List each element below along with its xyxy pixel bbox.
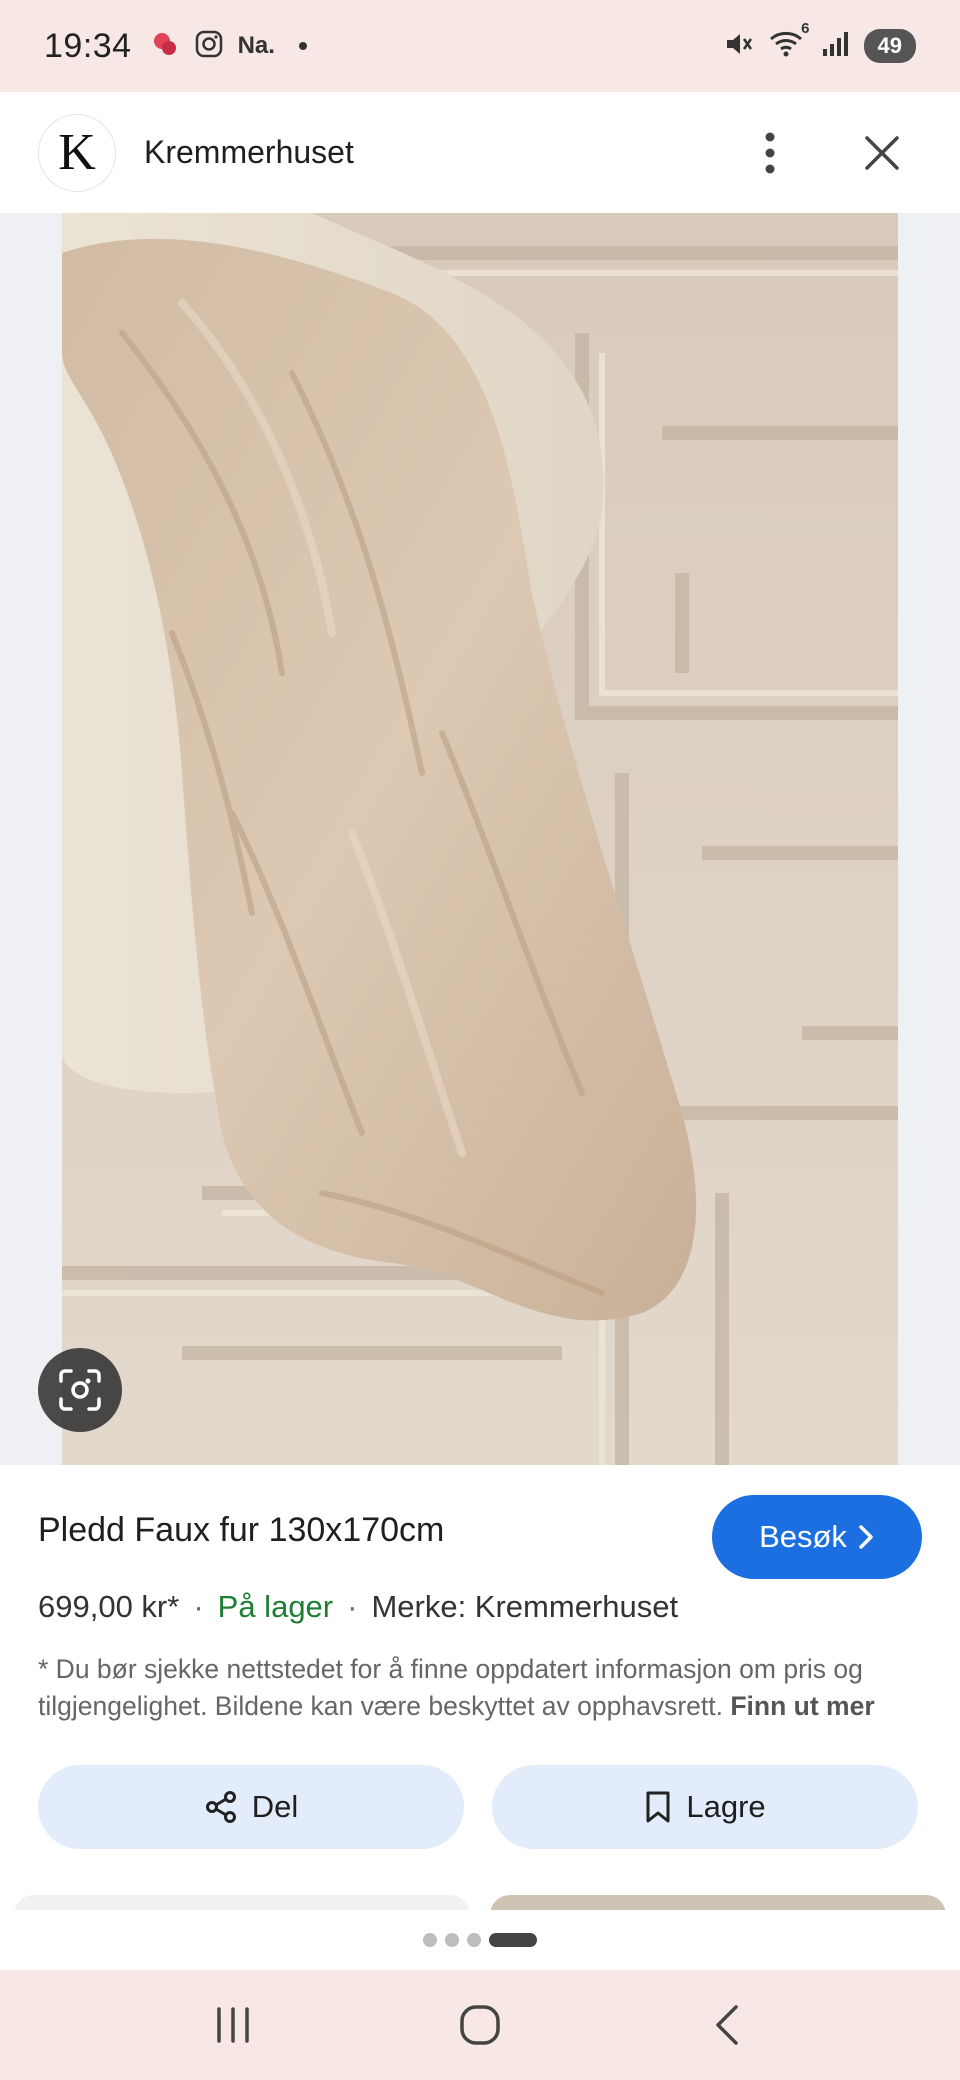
mute-icon: [722, 28, 754, 65]
notification-text: Na.: [237, 32, 275, 59]
app-notification-icon: [150, 29, 180, 64]
separator-dot: ·: [347, 1589, 358, 1624]
signal-icon: [820, 29, 850, 64]
wifi-icon: 6: [768, 20, 810, 65]
page-dot: [467, 1933, 481, 1947]
notification-icons: Na.: [150, 29, 307, 64]
status-bar: 19:34 Na. 6 49: [0, 0, 960, 92]
stock-status: På lager: [217, 1589, 334, 1624]
product-price: 699,00 kr*: [38, 1589, 180, 1624]
page-indicator: [0, 1910, 960, 1970]
product-meta: 699,00 kr* · På lager · Merke: Kremmerhu…: [38, 1589, 678, 1625]
camera-search-icon: [59, 1369, 101, 1411]
save-button[interactable]: Lagre: [492, 1765, 918, 1849]
share-icon: [205, 1791, 236, 1823]
back-icon: [715, 2005, 738, 2045]
chevron-right-icon: [859, 1525, 873, 1549]
separator-dot: ·: [193, 1589, 204, 1624]
close-icon: [865, 135, 899, 170]
more-vertical-icon: [765, 132, 775, 173]
recent-apps-button[interactable]: [193, 1985, 273, 2065]
instagram-icon: [194, 29, 224, 64]
visit-button[interactable]: Besøk: [712, 1495, 922, 1579]
product-title[interactable]: Pledd Faux fur 130x170cm: [38, 1511, 444, 1550]
home-icon: [460, 2005, 500, 2045]
close-button[interactable]: [856, 127, 908, 179]
save-label: Lagre: [686, 1789, 766, 1824]
bookmark-icon: [646, 1791, 670, 1823]
battery-indicator: 49: [863, 29, 916, 63]
visit-label: Besøk: [759, 1519, 847, 1554]
product-brand: Merke: Kremmerhuset: [371, 1589, 679, 1624]
back-button[interactable]: [687, 1985, 767, 2065]
page-dot: [445, 1933, 459, 1947]
recent-apps-icon: [217, 2007, 250, 2043]
system-icons: 6 49: [722, 20, 916, 65]
more-notifications-dot: [298, 42, 307, 50]
status-time: 19:34: [44, 26, 132, 65]
image-viewer: [0, 213, 960, 1465]
visual-search-button[interactable]: [38, 1348, 122, 1432]
site-logo[interactable]: K: [38, 113, 116, 192]
learn-more-link[interactable]: Finn ut mer: [730, 1691, 874, 1721]
disclaimer: * Du bør sjekke nettstedet for å finne o…: [38, 1651, 918, 1725]
network-badge: 6: [801, 19, 810, 37]
more-options-button[interactable]: [744, 127, 796, 179]
page-dot: [423, 1933, 437, 1947]
share-label: Del: [251, 1789, 299, 1824]
share-button[interactable]: Del: [38, 1765, 464, 1849]
system-nav-bar: [0, 1970, 960, 2080]
site-header: K Kremmerhuset: [0, 92, 960, 213]
site-name[interactable]: Kremmerhuset: [144, 134, 354, 171]
page-dot-active: [489, 1933, 537, 1947]
home-button[interactable]: [440, 1985, 520, 2065]
product-info-panel: Pledd Faux fur 130x170cm Besøk 699,00 kr…: [0, 1465, 960, 1915]
product-image[interactable]: [62, 213, 898, 1465]
